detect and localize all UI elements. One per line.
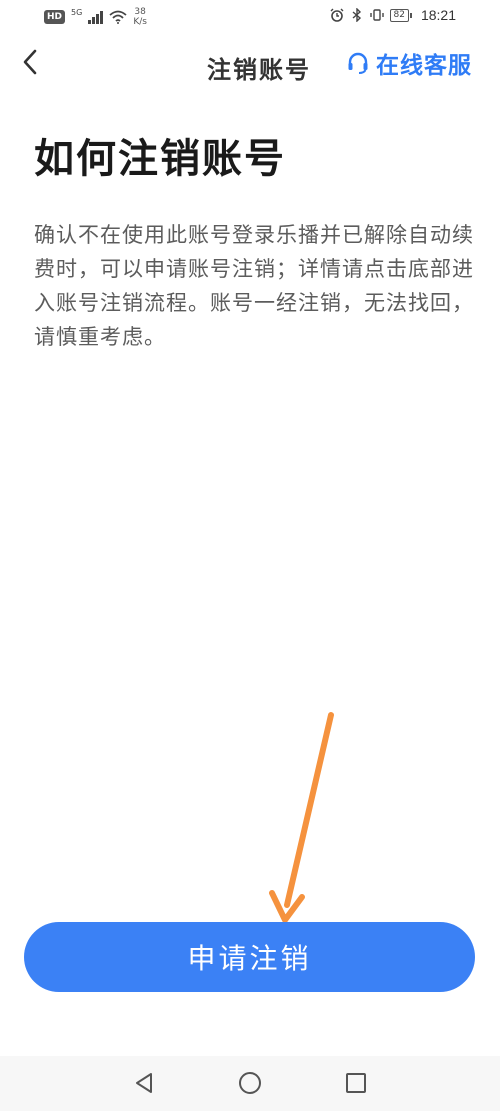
- nav-back-button[interactable]: [131, 1070, 157, 1096]
- net-speed: 38 K/s: [133, 7, 147, 27]
- hd-badge: HD: [44, 10, 66, 24]
- status-time: 18:21: [420, 7, 456, 23]
- app-header: 注销账号 在线客服: [0, 34, 500, 90]
- page-title-text: 注销账号: [207, 56, 311, 84]
- net-speed-unit: K/s: [133, 17, 147, 27]
- system-nav-bar: [0, 1056, 500, 1111]
- content-heading: 如何注销账号: [34, 136, 286, 182]
- apply-cancellation-label: 申请注销: [187, 942, 312, 975]
- customer-service-link[interactable]: 在线客服: [346, 46, 472, 80]
- alarm-icon: [330, 8, 343, 22]
- content-description: 确认不在使用此账号登录乐播并已解除自动续费时，可以申请账号注销；详情请点击底部进…: [34, 223, 474, 349]
- net-speed-value: 38: [134, 7, 146, 17]
- signal-icon: [88, 10, 104, 24]
- nav-home-button[interactable]: [237, 1070, 263, 1096]
- vibrate-icon: [369, 9, 384, 21]
- nav-recents-button[interactable]: [343, 1070, 369, 1096]
- home-circle-icon: [239, 1072, 261, 1094]
- status-bar: HD 5G 38 K/s 82 18:21: [0, 0, 500, 34]
- back-triangle-icon: [136, 1073, 152, 1093]
- apply-cancellation-button[interactable]: 申请注销: [24, 922, 475, 992]
- recents-square-icon: [346, 1073, 366, 1093]
- bluetooth-icon: [352, 8, 361, 22]
- battery-icon: 82: [389, 8, 413, 22]
- headset-icon: [348, 52, 368, 74]
- wifi-icon: [109, 10, 127, 24]
- customer-service-label: 在线客服: [376, 53, 472, 79]
- status-left: HD 5G 38 K/s: [44, 7, 147, 27]
- status-right: 82 18:21: [330, 7, 456, 23]
- network-gen-label: 5G: [71, 7, 83, 17]
